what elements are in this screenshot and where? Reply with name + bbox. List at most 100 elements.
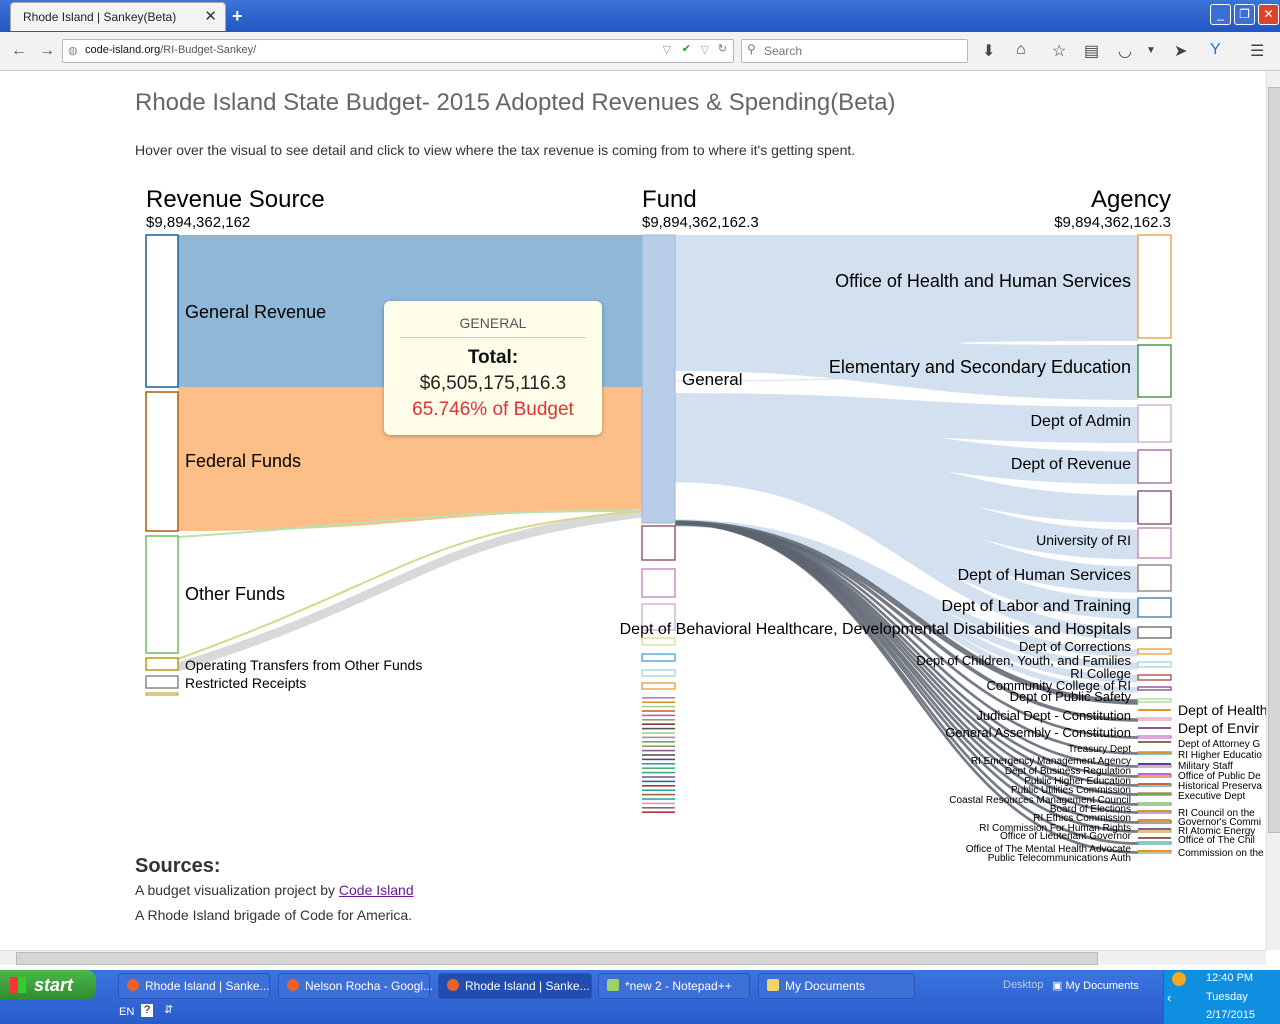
extension-y-icon[interactable]: Y	[1210, 41, 1221, 59]
reading-list-icon[interactable]: ▤	[1084, 41, 1099, 61]
fund-node[interactable]	[642, 714, 675, 717]
agency-node[interactable]	[1137, 764, 1172, 768]
agency-node-right[interactable]	[1138, 850, 1171, 852]
fund-node[interactable]	[642, 802, 675, 805]
minimize-icon[interactable]: _	[1210, 4, 1231, 25]
fund-node[interactable]	[641, 637, 676, 646]
agency-node[interactable]	[1137, 686, 1172, 691]
vertical-scroll-thumb[interactable]	[1268, 87, 1280, 833]
start-button[interactable]: start	[0, 970, 96, 1000]
help-icon[interactable]: ?	[141, 1004, 153, 1017]
fund-node[interactable]	[641, 653, 676, 662]
check-icon[interactable]: ✔	[682, 42, 691, 55]
pocket-icon[interactable]: ▽	[663, 43, 671, 56]
new-tab-icon[interactable]: +	[232, 6, 243, 27]
restore-icon[interactable]: ❐	[1234, 4, 1255, 25]
close-window-icon[interactable]: ✕	[1258, 4, 1279, 25]
send-icon[interactable]: ➤	[1174, 41, 1187, 61]
fund-node[interactable]	[642, 754, 675, 756]
fund-node[interactable]	[642, 745, 675, 747]
reload-icon[interactable]: ↻	[718, 42, 727, 55]
clock-time[interactable]: 12:40 PM	[1206, 972, 1253, 984]
agency-node[interactable]	[1137, 774, 1172, 778]
node-restricted-receipts[interactable]	[145, 675, 179, 689]
agency-node[interactable]	[1137, 717, 1172, 721]
fund-node[interactable]	[642, 785, 675, 787]
node-general-revenue[interactable]	[145, 234, 179, 388]
agency-node[interactable]	[1137, 490, 1172, 525]
tray-expand-icon[interactable]: ‹	[1167, 990, 1171, 1005]
agency-node-right[interactable]	[1138, 828, 1171, 830]
agency-node-right[interactable]	[1138, 752, 1171, 754]
taskbar-item-firefox-2[interactable]: Nelson Rocha - Googl...	[278, 973, 433, 999]
agency-node-right[interactable]	[1138, 810, 1171, 812]
node-fund-general[interactable]	[641, 234, 676, 524]
fund-node[interactable]	[642, 811, 675, 813]
agency-node[interactable]	[1137, 829, 1172, 833]
fund-node[interactable]	[642, 732, 675, 734]
agency-node[interactable]	[1137, 234, 1172, 339]
agency-node[interactable]	[1137, 404, 1172, 443]
download-icon[interactable]: ⬇	[982, 41, 995, 61]
node-revenue-extra[interactable]	[145, 692, 179, 696]
fund-node[interactable]	[642, 763, 675, 765]
fund-node[interactable]	[642, 776, 675, 778]
agency-node[interactable]	[1137, 674, 1172, 681]
agency-node[interactable]	[1137, 344, 1172, 398]
fund-node[interactable]	[642, 793, 675, 796]
agency-node[interactable]	[1137, 626, 1172, 639]
tray-app-icon[interactable]	[1172, 972, 1186, 986]
taskbar-item-notepad[interactable]: *new 2 - Notepad++	[598, 973, 750, 999]
node-other-funds[interactable]	[145, 535, 179, 654]
agency-node-right[interactable]	[1138, 709, 1171, 711]
vertical-scrollbar[interactable]	[1266, 71, 1280, 950]
input-settings-icon[interactable]: ⇵	[164, 1003, 173, 1016]
language-indicator[interactable]: EN	[119, 1006, 134, 1018]
fund-node[interactable]	[642, 767, 675, 769]
fund-small-nodes[interactable]	[641, 525, 676, 813]
fund-node[interactable]	[642, 710, 675, 712]
node-operating-transfers[interactable]	[145, 657, 179, 671]
agency-node[interactable]	[1137, 648, 1172, 655]
fund-node[interactable]	[642, 780, 675, 783]
agency-nodes[interactable]	[1137, 234, 1172, 854]
desktop-toolbar[interactable]: Desktop	[1003, 979, 1043, 991]
agency-node[interactable]	[1137, 527, 1172, 559]
back-icon[interactable]: ←	[8, 41, 30, 61]
horizontal-scroll-thumb[interactable]	[16, 952, 1098, 965]
fund-node[interactable]	[642, 719, 675, 721]
taskbar-item-mydocs[interactable]: My Documents	[758, 973, 915, 999]
fund-node[interactable]	[642, 697, 675, 699]
fund-node[interactable]	[642, 758, 675, 761]
fund-node[interactable]	[642, 789, 675, 791]
dropdown-arrow-icon[interactable]: ▼	[1146, 45, 1156, 56]
menu-icon[interactable]: ☰	[1250, 41, 1264, 61]
fund-node[interactable]	[642, 736, 675, 739]
code-island-link[interactable]: Code Island	[339, 882, 414, 898]
agency-node[interactable]	[1137, 449, 1172, 484]
url-bar[interactable]: ◍ code-island.org/RI-Budget-Sankey/ ▽ ✔ …	[62, 39, 734, 63]
bookmark-star-icon[interactable]: ☆	[1052, 41, 1066, 61]
close-tab-icon[interactable]: ✕	[204, 7, 217, 25]
fund-node[interactable]	[642, 741, 675, 743]
agency-node-right[interactable]	[1138, 763, 1171, 765]
horizontal-scrollbar[interactable]	[0, 950, 1266, 965]
fund-node[interactable]	[641, 525, 676, 561]
fund-node[interactable]	[642, 771, 675, 774]
fund-node[interactable]	[641, 669, 676, 677]
fund-node[interactable]	[642, 705, 675, 708]
node-federal-funds[interactable]	[145, 391, 179, 532]
agency-node[interactable]	[1137, 564, 1172, 592]
agency-node[interactable]	[1137, 841, 1172, 845]
fund-node[interactable]	[642, 749, 675, 752]
agency-node[interactable]	[1137, 597, 1172, 618]
sankey-diagram[interactable]: General Revenue Federal Funds Other Fund…	[0, 71, 1266, 950]
agency-node-right[interactable]	[1138, 793, 1171, 795]
agency-node-right[interactable]	[1138, 741, 1171, 743]
agency-node-right[interactable]	[1138, 727, 1171, 729]
forward-icon[interactable]: →	[36, 41, 58, 61]
agency-node[interactable]	[1137, 735, 1172, 739]
agency-node-right[interactable]	[1138, 773, 1171, 775]
fund-node[interactable]	[641, 682, 676, 690]
fund-node[interactable]	[641, 568, 676, 598]
